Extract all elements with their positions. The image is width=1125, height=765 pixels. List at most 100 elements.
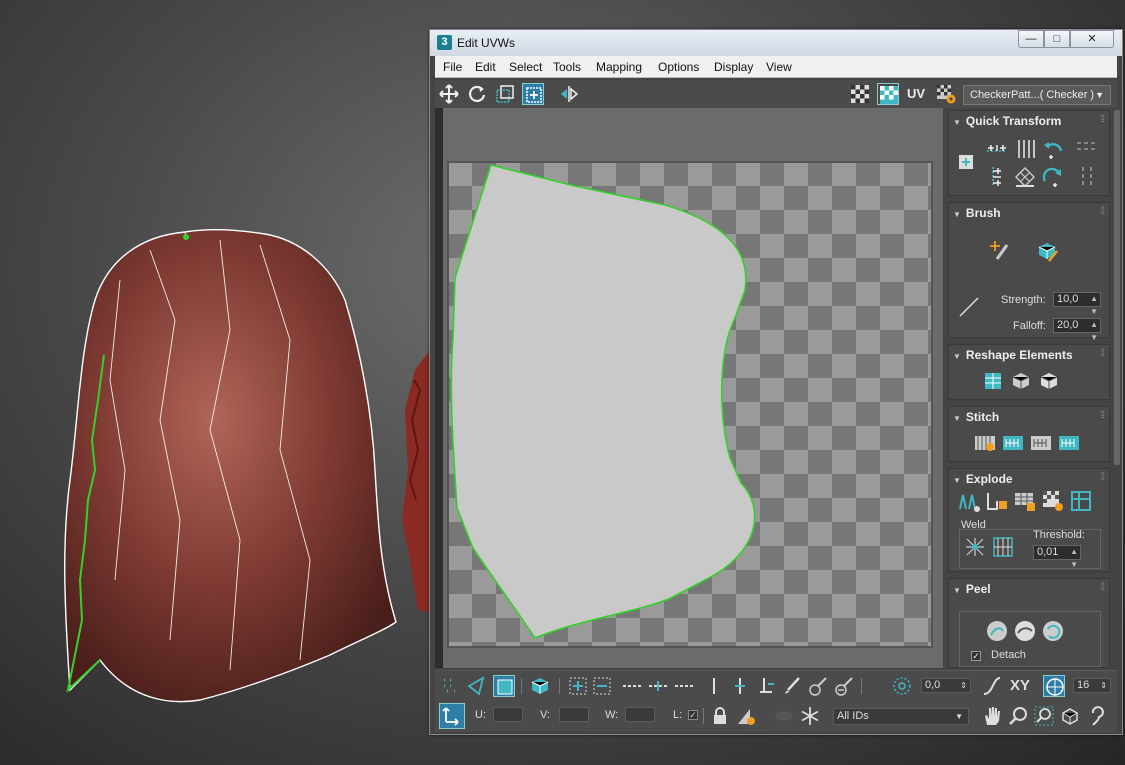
space-vertical-icon[interactable] [1075,165,1099,189]
weld-selected-icon[interactable] [963,535,987,559]
show-map-icon[interactable] [877,83,899,105]
strength-spinner[interactable]: 10,0 ▲ ▼ [1053,292,1101,316]
drag-handle-icon[interactable]: ⁞⁞ [1100,472,1104,483]
title-bar[interactable]: 3 Edit UVWs — □ ✕ [430,30,1122,56]
uv-island[interactable] [450,164,756,639]
straighten-icon[interactable] [981,369,1005,393]
stitch-custom-icon[interactable] [973,431,997,455]
spinner-arrows-icon[interactable]: ⇕ [1100,679,1107,692]
texture-options-icon[interactable] [935,83,957,105]
absolute-offset-toggle-icon[interactable] [439,703,465,729]
menu-tools[interactable]: Tools [553,60,581,74]
flatten-by-polygon-icon[interactable] [1013,489,1037,513]
arrange-icon[interactable] [1075,135,1099,159]
rollout-header[interactable]: ▼ Reshape Elements [953,348,1073,362]
texture-dropdown[interactable]: CheckerPatt...( Checker ) ▼ [963,85,1111,105]
hair-mesh-model[interactable] [64,229,397,703]
detach-checkbox[interactable]: ✓ [971,651,981,661]
zoom-region-icon[interactable] [1033,705,1055,727]
drag-handle-icon[interactable]: ⁞⁞ [1100,410,1104,421]
ring-grow-icon[interactable] [729,675,751,697]
flatten-by-material-icon[interactable] [985,489,1009,513]
falloff-type-icon[interactable] [981,675,1003,697]
menu-display[interactable]: Display [714,60,753,74]
break-icon[interactable] [1069,489,1093,513]
rotate-ccw-icon[interactable] [1041,137,1065,161]
space-horizontal-icon[interactable] [1013,137,1037,161]
drag-handle-icon[interactable]: ⁞⁞ [1100,348,1104,359]
stitch-average-icon[interactable] [1029,431,1053,455]
uv-editor-canvas[interactable] [435,108,943,668]
shrink-selection-icon[interactable] [591,675,613,697]
pan-hand-icon[interactable] [981,705,1003,727]
edge-mode-icon[interactable] [465,675,487,697]
lock-selection-icon[interactable] [709,705,731,727]
freeze-icon[interactable] [799,705,821,727]
ring-shrink-icon[interactable] [755,675,777,697]
scale-icon[interactable] [494,83,516,105]
snap-grid-icon[interactable] [1043,675,1065,697]
drag-handle-icon[interactable]: ⁞⁞ [1100,582,1104,593]
soft-selection-falloff-field[interactable]: 0,0 ⇕ [921,678,971,693]
rollout-header[interactable]: ▼ Brush [953,206,1001,220]
w-input[interactable] [625,707,655,722]
stitch-to-target-icon[interactable] [1057,431,1081,455]
mirror-icon[interactable] [558,83,580,105]
stitch-to-source-icon[interactable] [1001,431,1025,455]
menu-mapping[interactable]: Mapping [596,60,642,74]
rollout-header[interactable]: ▼ Quick Transform [953,114,1061,128]
spinner-arrows-icon[interactable]: ▲ ▼ [1090,318,1098,344]
zoom-extents-icon[interactable] [1059,705,1081,727]
rollout-header[interactable]: ▼ Peel [953,582,991,596]
loop-grow-icon[interactable] [647,675,669,697]
lock-checkbox[interactable]: ✓ [688,710,698,720]
falloff-curve-icon[interactable] [957,295,981,319]
xy-space-toggle[interactable]: XY [1010,677,1030,694]
help-icon[interactable] [1087,705,1109,727]
uv-vertical-scrollbar[interactable] [435,108,443,668]
peel-mode-icon[interactable] [1013,619,1037,643]
soft-selection-icon[interactable] [891,675,913,697]
minimize-button[interactable]: — [1018,30,1044,48]
menu-file[interactable]: File [443,60,462,74]
loop-select-icon[interactable] [621,675,643,697]
flatten-by-smoothing-icon[interactable] [957,489,981,513]
freeform-mode-icon[interactable] [522,83,544,105]
element-mode-icon[interactable] [529,675,551,697]
move-icon[interactable] [438,83,460,105]
rotate-cw-icon[interactable] [1041,165,1065,189]
panel-scrollbar[interactable] [1114,110,1120,465]
maximize-button[interactable]: □ [1044,30,1070,48]
ring-select-icon[interactable] [703,675,725,697]
spinner-arrows-icon[interactable]: ▲ ▼ [1070,545,1078,571]
v-input[interactable] [559,707,589,722]
weld-all-icon[interactable] [991,535,1015,559]
polygon-mode-icon[interactable] [493,675,515,697]
falloff-spinner[interactable]: 20,0 ▲ ▼ [1053,318,1101,342]
loop-shrink-icon[interactable] [673,675,695,697]
threshold-spinner[interactable]: 0,01 ▲ ▼ [1033,545,1081,569]
rollout-header[interactable]: ▼ Stitch [953,410,999,424]
flatten-by-element-icon[interactable] [1041,489,1065,513]
menu-edit[interactable]: Edit [475,60,496,74]
reset-peel-icon[interactable] [1041,619,1065,643]
spinner-arrows-icon[interactable]: ⇕ [960,679,967,692]
quick-peel-icon[interactable] [985,619,1009,643]
menu-view[interactable]: View [766,60,792,74]
align-vertical-icon[interactable] [985,165,1009,189]
grow-selection-icon[interactable] [567,675,589,697]
paint-shrink-icon[interactable] [833,675,855,697]
align-horizontal-icon[interactable] [985,137,1009,161]
zoom-icon[interactable] [1007,705,1029,727]
paint-grow-icon[interactable] [807,675,829,697]
menu-select[interactable]: Select [509,60,542,74]
rotate-icon[interactable] [466,83,488,105]
menu-options[interactable]: Options [658,60,699,74]
filter-selected-faces-icon[interactable] [735,705,757,727]
close-button[interactable]: ✕ [1070,30,1114,48]
u-input[interactable] [493,707,523,722]
drag-handle-icon[interactable]: ⁞⁞ [1100,114,1104,125]
hide-icon[interactable] [773,705,795,727]
vertex-mode-icon[interactable] [439,675,461,697]
material-id-dropdown[interactable]: All IDs ▼ [833,708,969,725]
